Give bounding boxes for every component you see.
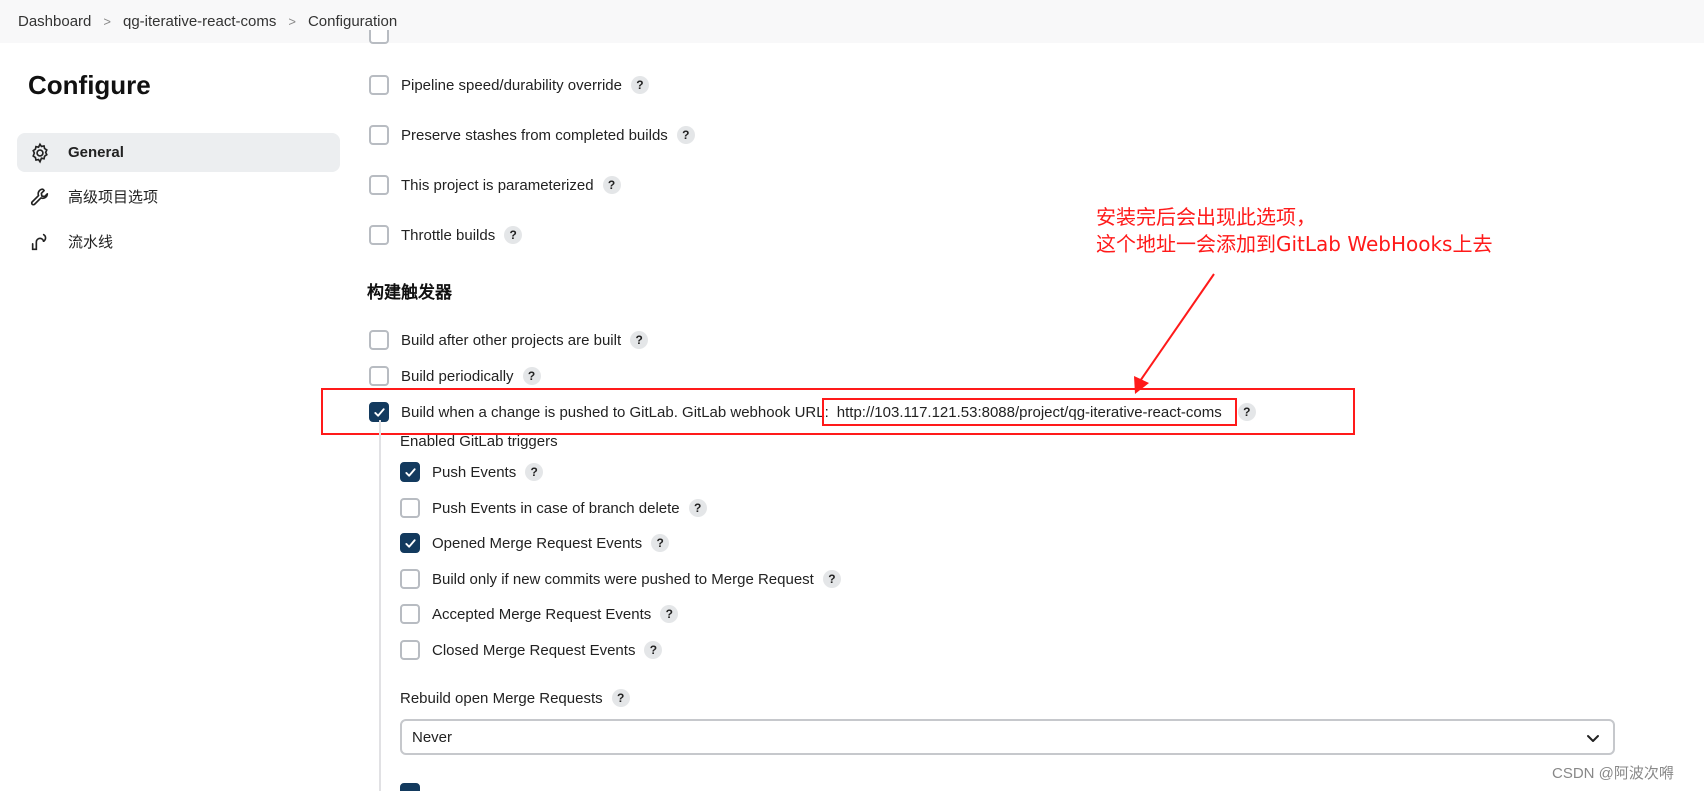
help-icon[interactable]: ?	[644, 641, 663, 659]
breadcrumb-separator-icon: >	[288, 14, 296, 29]
event-accepted-merge-request[interactable]: Accepted Merge Request Events ?	[400, 604, 679, 624]
breadcrumb: Dashboard > qg-iterative-react-coms > Co…	[0, 0, 1704, 43]
checkmark-icon	[404, 538, 416, 548]
event-push-branch-delete[interactable]: Push Events in case of branch delete ?	[400, 498, 707, 518]
sidebar-item-advanced[interactable]: 高级项目选项	[17, 177, 340, 216]
breadcrumb-dashboard[interactable]: Dashboard	[0, 13, 91, 30]
checkbox[interactable]	[369, 225, 389, 245]
wrench-icon	[28, 185, 52, 209]
section-title-build-triggers: 构建触发器	[367, 283, 452, 302]
sidebar-item-label: General	[68, 144, 124, 161]
annotation-arrow-icon	[1134, 273, 1215, 394]
help-icon[interactable]: ?	[651, 534, 670, 552]
event-closed-merge-request[interactable]: Closed Merge Request Events ?	[400, 640, 663, 660]
help-icon[interactable]: ?	[504, 226, 523, 244]
help-icon[interactable]: ?	[602, 176, 621, 194]
nested-group-divider	[379, 420, 381, 791]
checkbox[interactable]	[369, 75, 389, 95]
option-label: Pipeline speed/durability override	[401, 76, 622, 94]
checkbox-partial[interactable]	[369, 30, 389, 46]
option-parameterized[interactable]: This project is parameterized ?	[369, 175, 621, 195]
annotation-line-2: 这个地址一会添加到GitLab WebHooks上去	[1096, 232, 1493, 256]
option-pipeline-speed[interactable]: Pipeline speed/durability override ?	[369, 75, 649, 95]
annotation-line-1: 安装完后会出现此选项，	[1096, 205, 1316, 229]
checkbox[interactable]	[369, 125, 389, 145]
event-opened-merge-request[interactable]: Opened Merge Request Events ?	[400, 533, 670, 553]
sidebar-item-label: 高级项目选项	[68, 189, 159, 206]
help-icon[interactable]: ?	[676, 126, 695, 144]
page-title: Configure	[28, 70, 151, 100]
checkbox[interactable]	[400, 498, 420, 518]
rebuild-merge-requests-select[interactable]: Never	[400, 719, 1615, 755]
option-label: Throttle builds	[401, 226, 496, 244]
option-label: This project is parameterized	[401, 176, 594, 194]
help-icon[interactable]: ?	[822, 570, 841, 588]
help-icon[interactable]: ?	[525, 463, 544, 481]
option-label: Preserve stashes from completed builds	[401, 126, 668, 144]
checkbox-checked[interactable]	[400, 533, 420, 553]
breadcrumb-configuration[interactable]: Configuration	[296, 13, 397, 30]
checkbox[interactable]	[369, 175, 389, 195]
option-label: Build periodically	[401, 367, 514, 385]
trigger-after-other-projects[interactable]: Build after other projects are built ?	[369, 330, 649, 350]
help-icon[interactable]: ?	[630, 76, 649, 94]
checkmark-icon	[404, 467, 416, 477]
help-icon[interactable]: ?	[611, 689, 630, 707]
option-label: Build after other projects are built	[401, 331, 622, 349]
option-label: Push Events	[432, 463, 517, 481]
checkbox[interactable]	[369, 330, 389, 350]
select-value: Never	[412, 728, 453, 746]
gear-icon	[28, 141, 52, 165]
checkbox[interactable]	[400, 604, 420, 624]
sidebar-item-pipeline[interactable]: 流水线	[17, 222, 340, 261]
checkbox[interactable]	[400, 640, 420, 660]
highlight-box-url	[822, 398, 1237, 426]
help-icon[interactable]: ?	[522, 367, 541, 385]
option-label: Opened Merge Request Events	[432, 534, 643, 552]
event-new-commits-only[interactable]: Build only if new commits were pushed to…	[400, 569, 841, 589]
breadcrumb-project[interactable]: qg-iterative-react-coms	[111, 13, 276, 30]
help-icon[interactable]: ?	[630, 331, 649, 349]
breadcrumb-separator-icon: >	[103, 14, 111, 29]
enabled-gitlab-triggers-label: Enabled GitLab triggers	[400, 433, 558, 450]
checkbox-partial-bottom[interactable]	[400, 783, 420, 791]
option-preserve-stashes[interactable]: Preserve stashes from completed builds ?	[369, 125, 695, 145]
checkbox-checked[interactable]	[400, 462, 420, 482]
watermark: CSDN @阿波次嘚	[1552, 765, 1674, 782]
chevron-down-icon	[1587, 735, 1599, 742]
pipeline-icon	[28, 230, 52, 254]
help-icon[interactable]: ?	[688, 499, 707, 517]
option-label: Build only if new commits were pushed to…	[432, 570, 814, 588]
rebuild-merge-requests-label: Rebuild open Merge Requests ?	[400, 689, 630, 707]
sidebar-item-general[interactable]: General	[17, 133, 340, 172]
help-icon[interactable]: ?	[660, 605, 679, 623]
option-label: Push Events in case of branch delete	[432, 499, 680, 517]
option-label: Accepted Merge Request Events	[432, 605, 652, 623]
trigger-build-periodically[interactable]: Build periodically ?	[369, 366, 541, 386]
annotation-text: 安装完后会出现此选项， 这个地址一会添加到GitLab WebHooks上去	[1096, 204, 1492, 258]
option-throttle-builds[interactable]: Throttle builds ?	[369, 225, 523, 245]
checkbox[interactable]	[369, 366, 389, 386]
sidebar-item-label: 流水线	[68, 234, 114, 251]
event-push[interactable]: Push Events ?	[400, 462, 544, 482]
option-label: Closed Merge Request Events	[432, 641, 636, 659]
checkbox[interactable]	[400, 569, 420, 589]
